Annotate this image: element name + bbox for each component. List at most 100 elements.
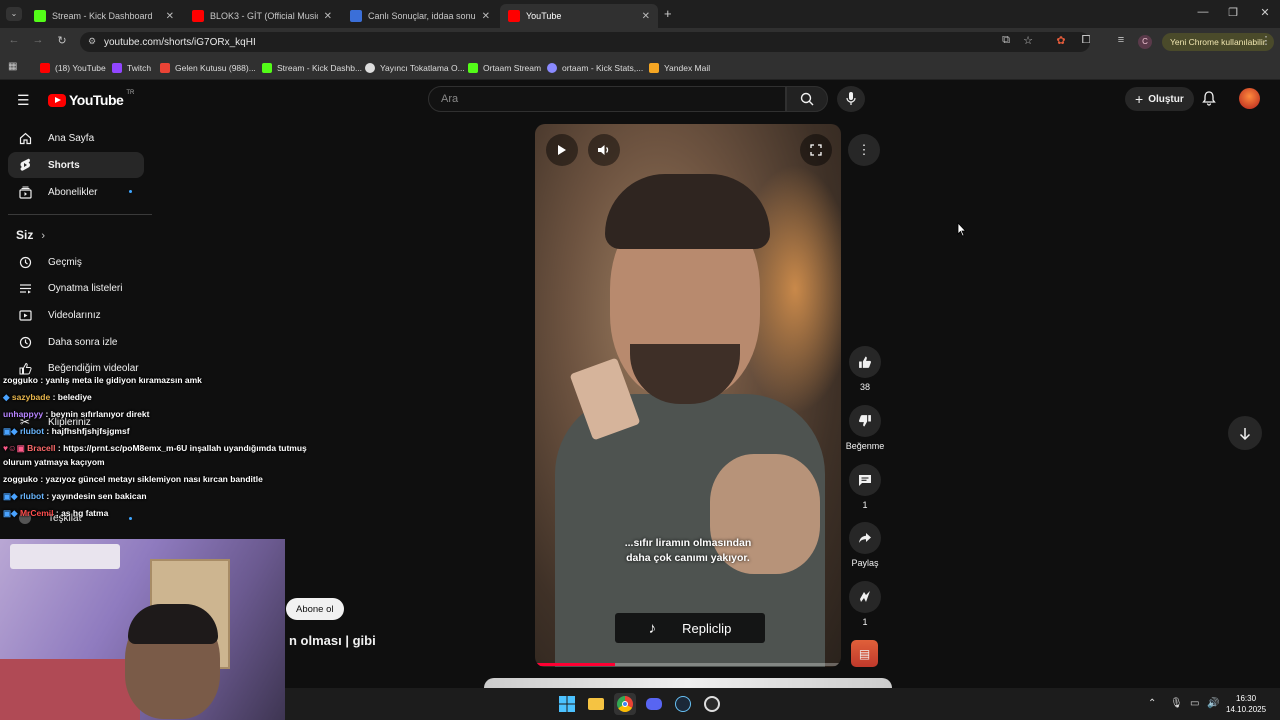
- tab-title: YouTube: [526, 11, 562, 21]
- tab-search-button[interactable]: ⌄: [6, 7, 22, 21]
- share-button[interactable]: [849, 522, 881, 554]
- dislike-button[interactable]: [849, 405, 881, 437]
- minimize-icon[interactable]: —: [1188, 6, 1218, 18]
- chat-message-continuation: olurum yatmaya kaçıyom: [3, 457, 105, 467]
- address-bar[interactable]: ⚙ youtube.com/shorts/iG7ORx_kqHI: [80, 32, 1090, 52]
- cast-icon[interactable]: ⧉: [998, 34, 1014, 47]
- video-subtitle: ...sıfır liramın olmasından daha çok can…: [535, 536, 841, 566]
- discord-icon[interactable]: [643, 693, 665, 715]
- remix-button[interactable]: [849, 581, 881, 613]
- chat-message: zogguko : yazıyoz güncel metayı siklemiy…: [3, 474, 263, 484]
- windows-start-icon[interactable]: [556, 693, 578, 715]
- youtube-logo[interactable]: YouTube TR: [48, 90, 134, 108]
- progress-fill: [535, 663, 615, 666]
- site-info-icon[interactable]: ⚙: [88, 36, 96, 47]
- bookmark-item[interactable]: Yandex Mail: [649, 61, 710, 75]
- new-tab-button[interactable]: +: [664, 6, 672, 21]
- volume-tray-icon[interactable]: 🔊: [1207, 698, 1219, 709]
- progress-bar[interactable]: [535, 663, 841, 666]
- forward-icon[interactable]: →: [30, 34, 46, 46]
- search-placeholder: Ara: [441, 93, 459, 105]
- fullscreen-icon: [810, 144, 822, 156]
- chrome-icon[interactable]: [614, 693, 636, 715]
- close-tab-icon[interactable]: ✕: [642, 11, 650, 22]
- system-clock[interactable]: 16:30 14.10.2025: [1226, 693, 1266, 715]
- short-title[interactable]: n olması | gibi: [289, 633, 376, 648]
- guide-menu-icon[interactable]: ☰: [17, 92, 30, 109]
- reload-icon[interactable]: ↻: [54, 34, 70, 47]
- chat-username: rlubot: [19, 426, 45, 436]
- chat-text: olurum yatmaya kaçıyom: [3, 457, 105, 467]
- browser-tab[interactable]: Stream - Kick Dashboard ✕: [26, 4, 182, 28]
- reading-list-icon[interactable]: ≡: [1113, 34, 1129, 46]
- browser-tab-active[interactable]: YouTube ✕: [500, 4, 658, 28]
- sidebar-item-label: Geçmiş: [48, 256, 82, 268]
- bookmark-item[interactable]: ortaam - Kick Stats,...: [547, 61, 643, 75]
- bookmark-label: Yandex Mail: [664, 63, 711, 73]
- file-explorer-icon[interactable]: [585, 693, 607, 715]
- bookmark-item[interactable]: Twitch: [112, 61, 151, 75]
- obs-icon[interactable]: [701, 693, 723, 715]
- extension-icon[interactable]: ✿: [1053, 34, 1069, 47]
- play-button[interactable]: [546, 134, 578, 166]
- mouse-cursor-icon: [957, 221, 967, 242]
- bookmark-item[interactable]: Ortaam Stream: [468, 61, 541, 75]
- more-options-button[interactable]: ⋮: [848, 134, 880, 166]
- bookmark-item[interactable]: Yayıncı Tokatlama O...: [365, 61, 465, 75]
- comments-button[interactable]: [849, 464, 881, 496]
- close-tab-icon[interactable]: ✕: [482, 11, 490, 22]
- bookmark-item[interactable]: (18) YouTube: [40, 61, 106, 75]
- search-input[interactable]: Ara: [428, 86, 786, 112]
- steam-icon[interactable]: [672, 693, 694, 715]
- next-short-button[interactable]: [1228, 416, 1262, 450]
- extensions-puzzle-icon[interactable]: ⧠: [1078, 34, 1094, 47]
- tray-overflow-icon[interactable]: ⌃: [1148, 698, 1156, 709]
- profile-avatar[interactable]: C: [1138, 35, 1152, 49]
- chat-text: : hajfhshfjshjfsjgmsf: [46, 426, 130, 436]
- sidebar-item-your-videos[interactable]: Videolarınız: [8, 302, 144, 328]
- sidebar-item-subscriptions[interactable]: Abonelikler: [8, 179, 144, 205]
- bookmark-item[interactable]: Stream - Kick Dashb...: [262, 61, 362, 75]
- sidebar-item-history[interactable]: Geçmiş: [8, 249, 144, 275]
- browser-tab[interactable]: BLOK3 - GİT (Official Music Vid ✕: [184, 4, 340, 28]
- dislike-label: Beğenme: [845, 441, 885, 451]
- volume-button[interactable]: [588, 134, 620, 166]
- sidebar-item-playlists[interactable]: Oynatma listeleri: [8, 275, 144, 301]
- back-icon[interactable]: ←: [6, 34, 22, 46]
- notifications-button[interactable]: [1202, 91, 1216, 111]
- subscribe-button[interactable]: Abone ol: [286, 598, 344, 620]
- voice-search-button[interactable]: [837, 86, 865, 112]
- share-icon: [859, 533, 871, 543]
- webcam-overlay: [0, 539, 285, 720]
- close-tab-icon[interactable]: ✕: [324, 11, 332, 22]
- bookmark-item[interactable]: Gelen Kutusu (988)...: [160, 61, 256, 75]
- microphone-tray-icon[interactable]: 🎙: [1170, 698, 1183, 709]
- sidebar-item-shorts[interactable]: Shorts: [8, 152, 144, 178]
- create-button[interactable]: + Oluştur: [1125, 87, 1194, 111]
- display-tray-icon[interactable]: ▭: [1190, 698, 1199, 709]
- subtitle-line: ...sıfır liramın olmasından: [624, 537, 752, 549]
- like-button[interactable]: [849, 346, 881, 378]
- close-tab-icon[interactable]: ✕: [166, 11, 174, 22]
- chrome-update-notice[interactable]: Yeni Chrome kullanılabilir: [1162, 33, 1274, 51]
- shorts-player[interactable]: ...sıfır liramın olmasından daha çok can…: [535, 124, 841, 667]
- search-button[interactable]: [786, 86, 828, 112]
- sidebar-item-label: Abonelikler: [48, 186, 98, 198]
- bookmark-star-icon[interactable]: ☆: [1020, 34, 1036, 47]
- account-avatar[interactable]: [1239, 88, 1260, 109]
- close-window-icon[interactable]: ✕: [1250, 6, 1280, 19]
- sidebar-item-watch-later[interactable]: Daha sonra izle: [8, 329, 144, 355]
- new-content-dot: [129, 517, 132, 520]
- restore-icon[interactable]: ❐: [1218, 6, 1248, 19]
- browser-tab[interactable]: Canlı Sonuçlar, iddaa sonuçları ✕: [342, 4, 498, 28]
- sidebar-item-label: Ana Sayfa: [48, 132, 95, 144]
- sound-thumbnail[interactable]: ▤: [851, 640, 878, 667]
- chrome-menu-icon[interactable]: ⋮: [1258, 34, 1274, 47]
- chrome-update-label: Yeni Chrome kullanılabilir: [1170, 37, 1266, 47]
- sidebar-you-header[interactable]: Siz ›: [16, 228, 45, 242]
- apps-grid-icon[interactable]: ▦: [8, 61, 17, 72]
- subtitle-line: daha çok canımı yakıyor.: [626, 552, 750, 564]
- tab-title: BLOK3 - GİT (Official Music Vid: [210, 11, 318, 21]
- sidebar-item-home[interactable]: Ana Sayfa: [8, 125, 144, 151]
- fullscreen-button[interactable]: [800, 134, 832, 166]
